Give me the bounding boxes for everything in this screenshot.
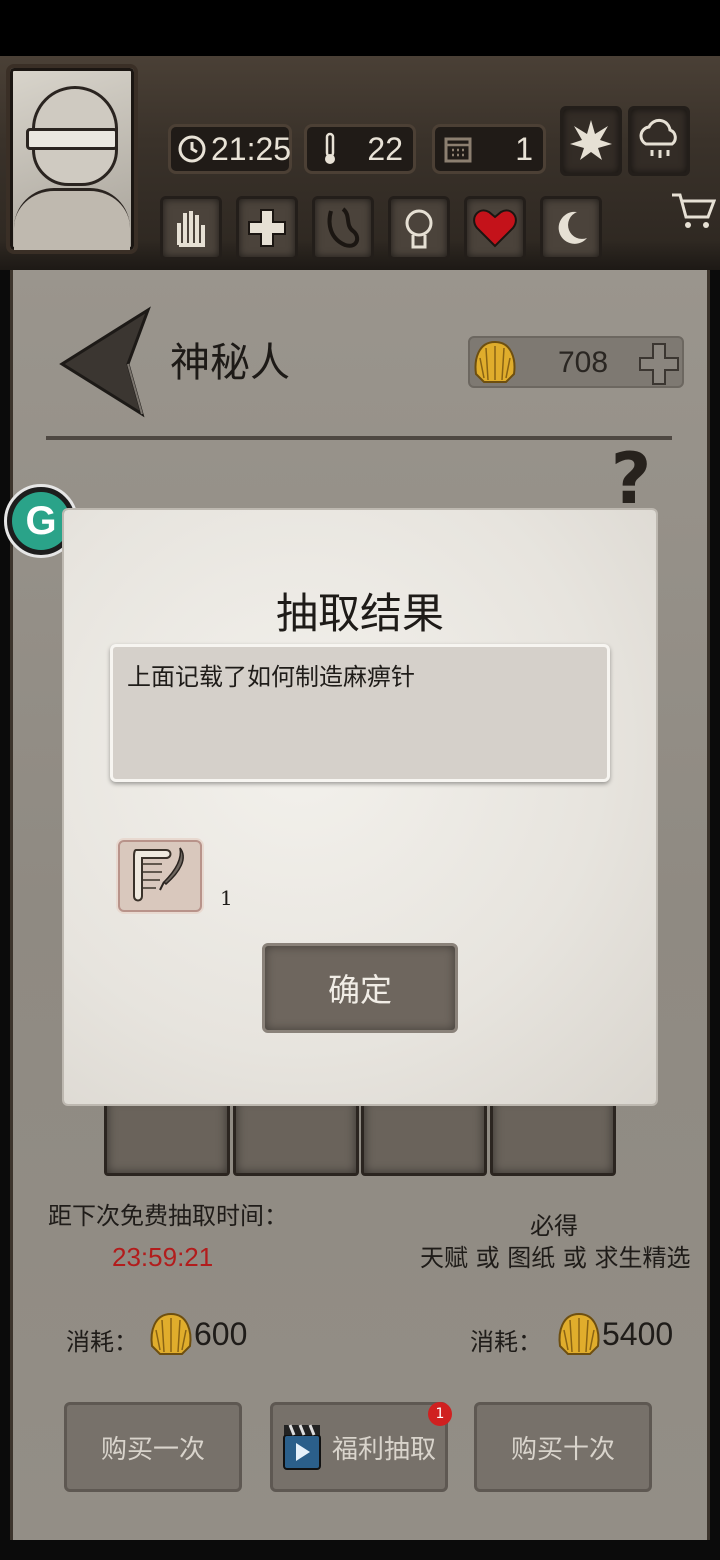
reward-item-quantity: 1 [220, 886, 233, 910]
character-portrait[interactable] [6, 64, 138, 254]
heart-icon[interactable] [464, 196, 526, 260]
notification-badge: 1 [428, 1402, 452, 1426]
dialog-title: 抽取结果 [275, 589, 444, 638]
cost-ten-value: 5400 [602, 1316, 674, 1352]
confirm-button[interactable]: 确定 [262, 943, 458, 1033]
temperature-value: 22 [367, 130, 403, 167]
buy-once-label: 购买一次 [100, 1434, 205, 1465]
welfare-draw-button[interactable]: 福利抽取 [270, 1402, 448, 1492]
shell-icon [474, 340, 516, 383]
temperature-display: 22 [304, 124, 416, 174]
day-display: 1 [432, 124, 546, 174]
video-clapper-icon [282, 1421, 322, 1473]
cost-label-ten: 消耗： [470, 1328, 542, 1356]
reward-card [233, 1096, 359, 1176]
reward-item-slot[interactable] [118, 840, 202, 912]
time-display: 21:25 [168, 124, 292, 174]
buy-ten-label: 购买十次 [510, 1434, 615, 1465]
confirm-label: 确定 [327, 971, 392, 1009]
cost-single-value: 600 [194, 1316, 248, 1352]
header-divider [46, 436, 672, 440]
clock-icon [177, 132, 207, 166]
coin-balance: 708 [468, 336, 684, 388]
free-draw-label: 距下次免费抽取时间： [48, 1202, 288, 1230]
add-coins-plus-icon[interactable] [638, 342, 680, 386]
free-draw-timer: 23:59:21 [112, 1242, 214, 1272]
shell-icon [558, 1312, 600, 1355]
time-value: 21:25 [211, 130, 292, 167]
scroll-quill-icon [133, 847, 184, 902]
hand-icon[interactable] [160, 196, 222, 260]
result-description: 上面记载了如何制造麻痹针 [127, 663, 415, 691]
coin-amount: 708 [558, 346, 609, 379]
cart-icon[interactable] [668, 186, 718, 236]
reward-card [361, 1096, 487, 1176]
welfare-draw-label: 福利抽取 [331, 1434, 436, 1465]
buy-ten-button[interactable]: 购买十次 [474, 1402, 652, 1492]
buy-once-button[interactable]: 购买一次 [64, 1402, 242, 1492]
status-bar [0, 0, 720, 56]
thermometer-icon [313, 132, 347, 166]
result-description-box: 上面记载了如何制造麻痹针 [110, 644, 610, 782]
calendar-icon [441, 132, 475, 166]
brain-icon[interactable] [388, 196, 450, 260]
guarantee-title: 必得 [530, 1212, 578, 1240]
reward-card [104, 1096, 230, 1176]
page-title: 神秘人 [170, 340, 290, 386]
stomach-icon[interactable] [312, 196, 374, 260]
moon-icon[interactable] [540, 196, 602, 260]
cost-label-single: 消耗： [66, 1328, 138, 1356]
guarantee-description: 天赋 或 图纸 或 求生精选 [420, 1244, 691, 1272]
back-arrow-icon[interactable] [56, 306, 152, 422]
day-value: 1 [515, 130, 533, 167]
leaf-icon[interactable] [560, 106, 622, 176]
g-logo-icon: G [12, 492, 70, 550]
health-plus-icon[interactable] [236, 196, 298, 260]
help-question-icon[interactable]: ? [596, 444, 666, 514]
rain-icon[interactable] [628, 106, 690, 176]
reward-card [490, 1096, 616, 1176]
shell-icon [150, 1312, 192, 1355]
